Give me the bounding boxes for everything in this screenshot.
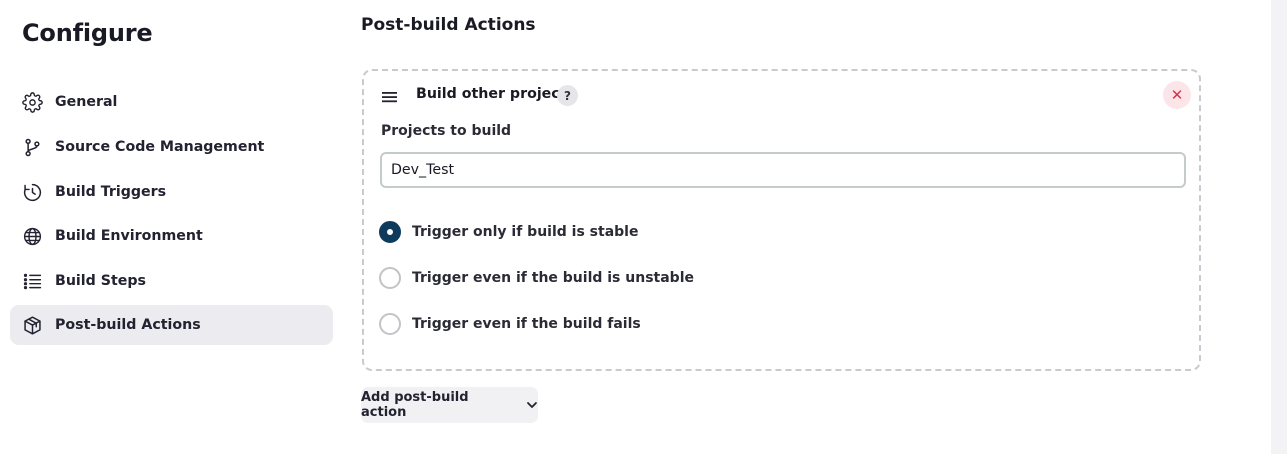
page-title: Configure [22,19,153,47]
sidebar-item-label: Build Steps [55,273,146,289]
add-post-build-action-button[interactable]: Add post-build action [361,387,538,423]
projects-to-build-label: Projects to build [381,123,512,139]
section-title: Post-build Actions [361,15,536,35]
sidebar-item-source-code-management[interactable]: Source Code Management [10,127,333,167]
sidebar-item-label: Build Triggers [55,184,167,200]
radio-label: Trigger even if the build is unstable [412,270,694,286]
sidebar-item-build-triggers[interactable]: Build Triggers [10,172,333,212]
branch-icon [22,137,43,158]
sidebar-item-label: General [55,94,118,110]
sidebar-item-build-environment[interactable]: Build Environment [10,216,333,256]
list-icon [22,271,43,292]
sidebar-item-label: Build Environment [55,228,203,244]
sidebar-item-label: Post-build Actions [55,317,201,333]
radio-button[interactable] [379,267,401,289]
sidebar-item-general[interactable]: General [10,82,333,122]
remove-button[interactable]: ✕ [1163,81,1191,109]
scrollbar-track[interactable] [1271,0,1287,454]
sidebar-item-label: Source Code Management [55,139,265,155]
radio-label: Trigger only if build is stable [412,224,639,240]
sidebar-item-post-build-actions[interactable]: Post-build Actions [10,305,333,345]
globe-icon [22,226,43,247]
clock-icon [22,182,43,203]
chevron-down-icon [527,402,537,408]
projects-to-build-input[interactable] [380,152,1186,188]
radio-option-fails[interactable]: Trigger even if the build fails [379,313,641,335]
build-other-projects-card: Build other projects ? ✕ Projects to bui… [362,69,1201,371]
add-button-label: Add post-build action [361,390,469,420]
help-icon[interactable]: ? [557,85,578,106]
sidebar-item-build-steps[interactable]: Build Steps [10,261,333,301]
radio-button-checked[interactable] [379,221,401,243]
card-title: Build other projects [416,86,575,102]
radio-label: Trigger even if the build fails [412,316,641,332]
drag-handle-icon[interactable] [381,89,398,105]
package-icon [22,315,43,336]
radio-button[interactable] [379,313,401,335]
sidebar: Configure General Source Code Management [0,0,345,454]
gear-icon [22,91,43,113]
radio-option-stable[interactable]: Trigger only if build is stable [379,221,638,243]
radio-option-unstable[interactable]: Trigger even if the build is unstable [379,267,694,289]
